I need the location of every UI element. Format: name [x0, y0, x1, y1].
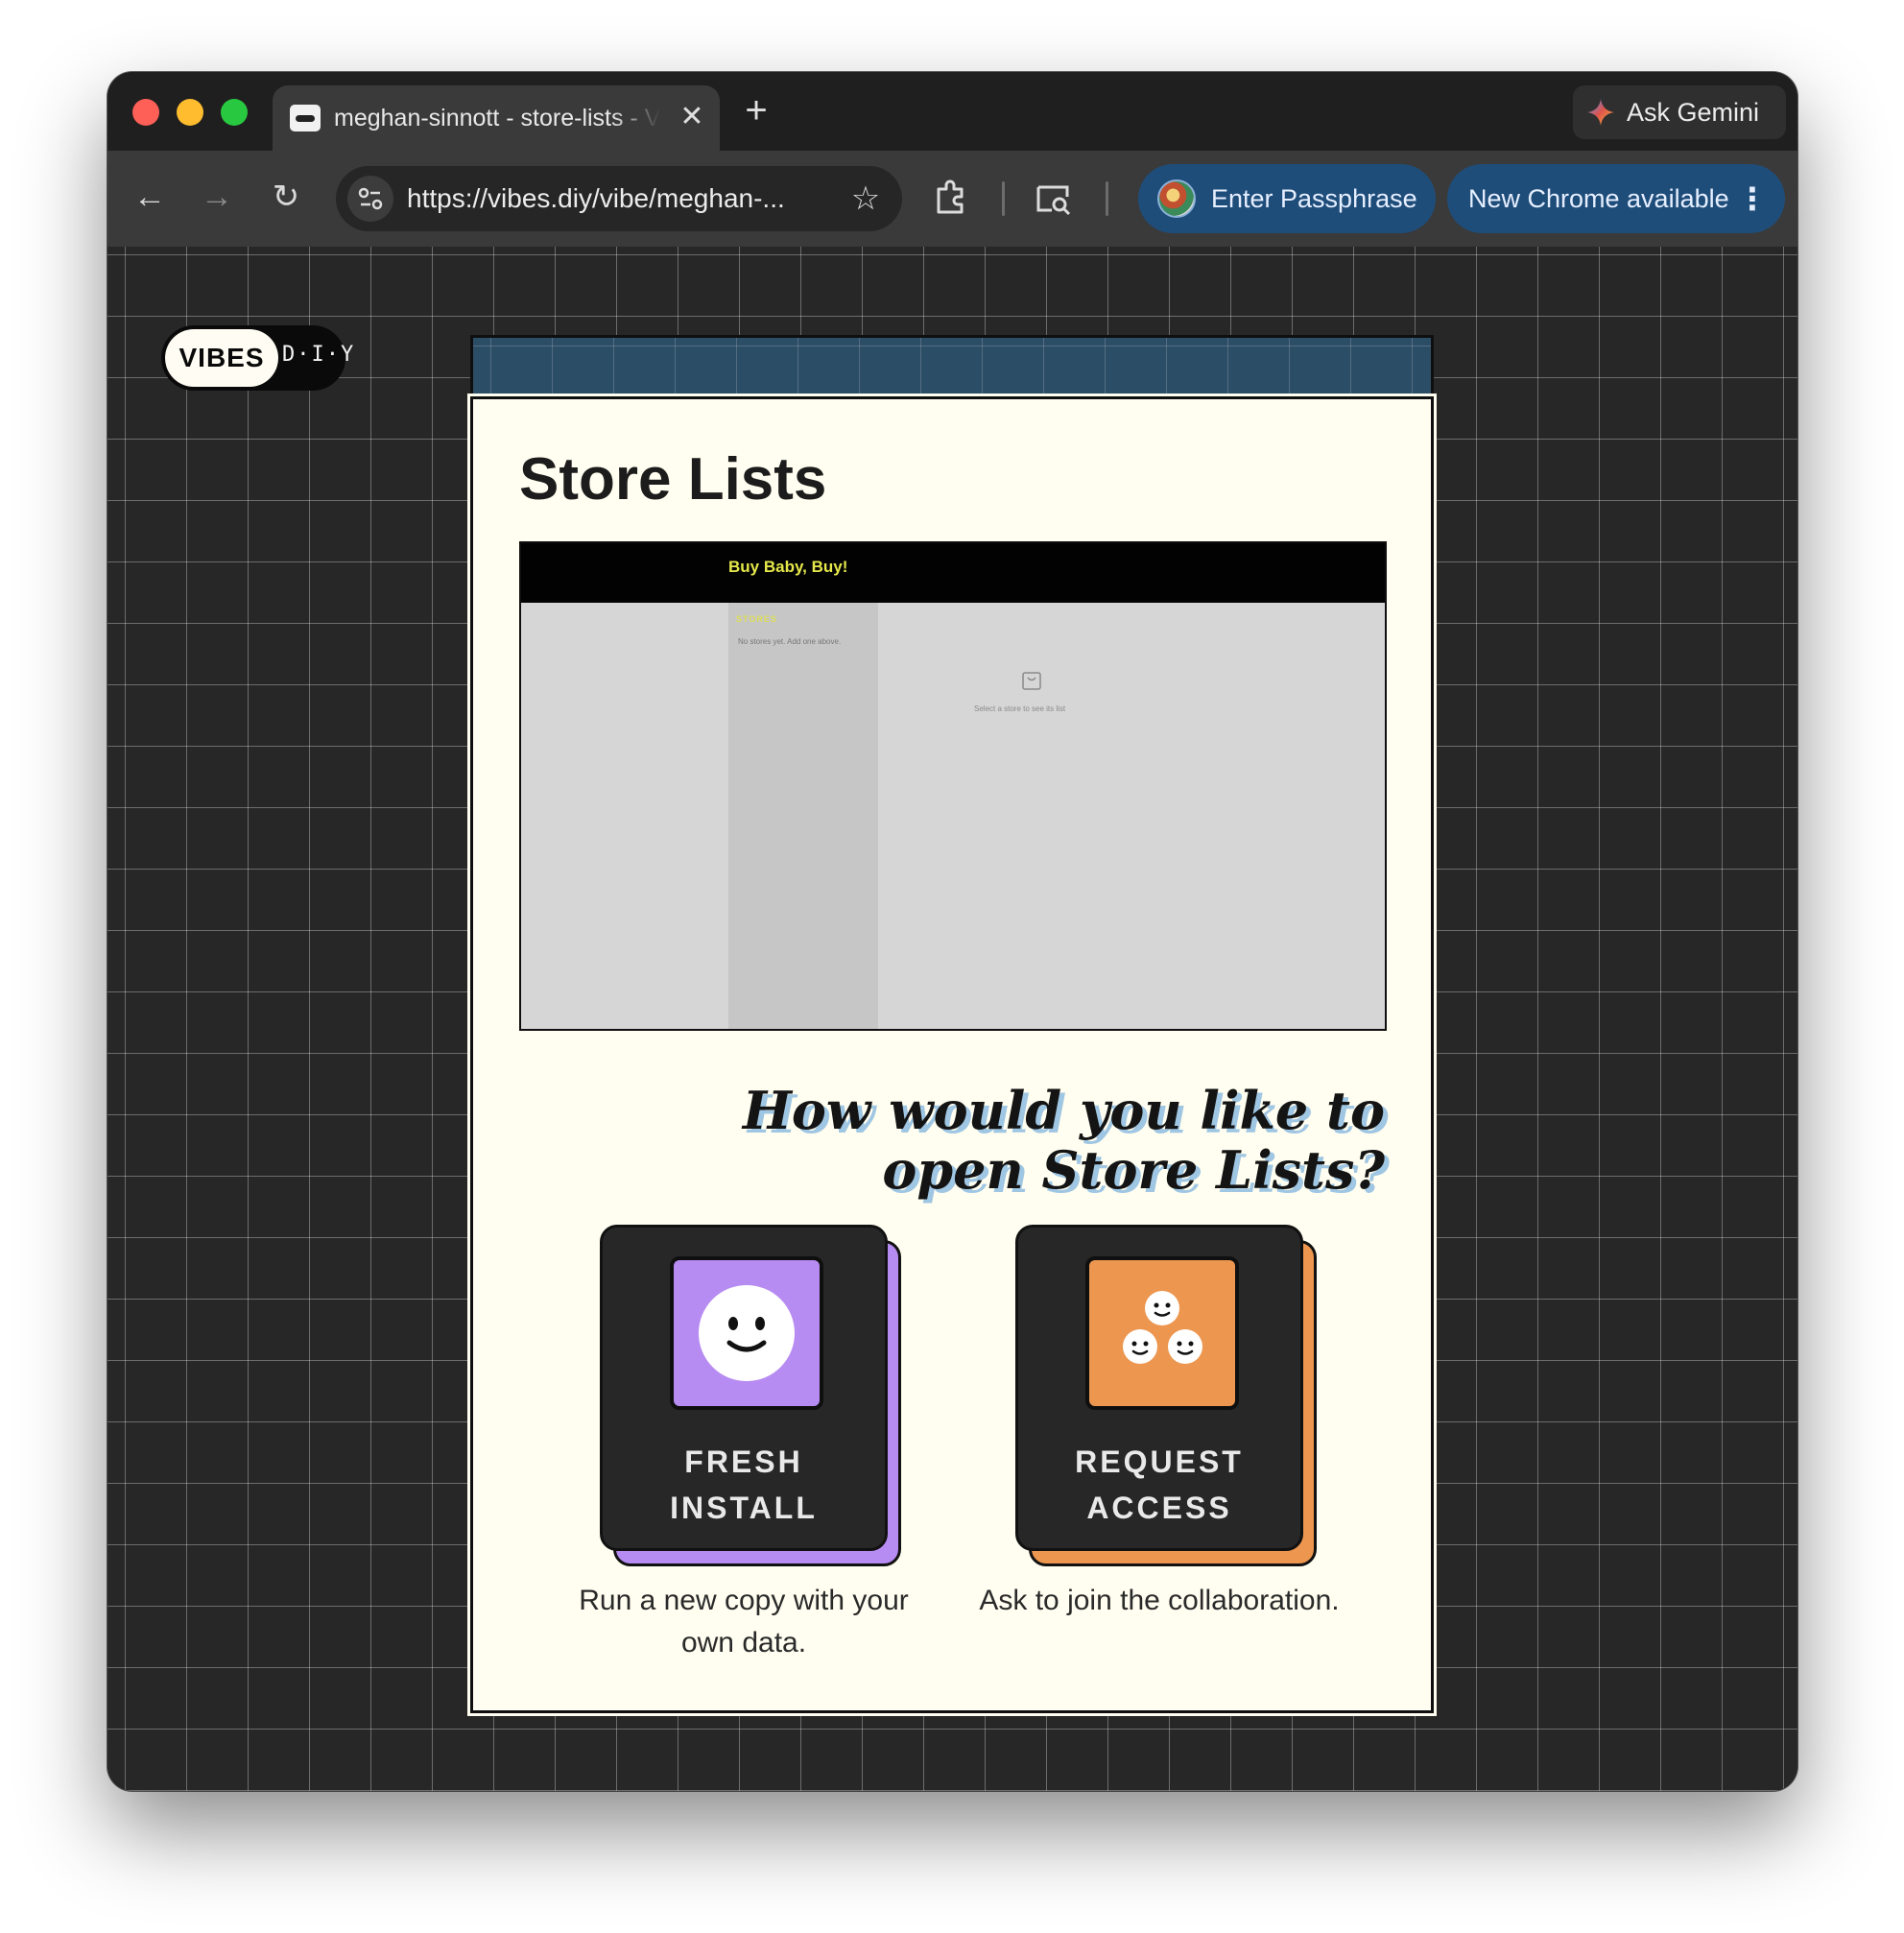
open-question-heading: How would you like to open Store Lists? — [742, 1080, 1385, 1201]
request-access-button[interactable]: REQUEST ACCESS — [1015, 1225, 1317, 1566]
minimize-window-button[interactable] — [177, 99, 203, 126]
fresh-install-label-line2: INSTALL — [670, 1491, 818, 1525]
fresh-install-face: FRESH INSTALL — [600, 1225, 888, 1551]
smiley-icon — [699, 1285, 795, 1381]
favicon-icon — [290, 105, 321, 131]
request-access-description: Ask to join the collaboration. — [979, 1585, 1340, 1616]
enter-passphrase-label: Enter Passphrase — [1211, 183, 1417, 213]
request-access-face: REQUEST ACCESS — [1015, 1225, 1303, 1551]
diy-logo-text: D·I·Y — [282, 343, 356, 367]
card-header-strip — [470, 335, 1434, 396]
preview-sidebar: STORES No stores yet. Add one above. — [728, 603, 878, 1029]
ask-gemini-button[interactable]: Ask Gemini — [1573, 85, 1786, 139]
preview-brand: Buy Baby, Buy! — [728, 558, 848, 576]
title-bar: meghan-sinnott - store-lists - Vibes DIY… — [107, 72, 1797, 151]
toolbar-divider — [1106, 181, 1108, 216]
preview-stores-heading: STORES — [736, 614, 777, 624]
ask-gemini-label: Ask Gemini — [1627, 97, 1760, 127]
vibes-diy-logo[interactable]: VIBES D·I·Y — [161, 325, 356, 391]
vibes-logo-text: VIBES — [165, 329, 278, 387]
forward-arrow-icon[interactable]: → — [194, 174, 240, 220]
fresh-install-button[interactable]: FRESH INSTALL — [600, 1225, 901, 1566]
extensions-icon[interactable] — [929, 176, 973, 220]
more-menu-icon[interactable]: ⋮ — [1737, 183, 1768, 214]
request-access-label-line2: ACCESS — [1086, 1491, 1232, 1525]
vibe-card: Store Lists Buy Baby, Buy! STORES No sto… — [470, 396, 1434, 1713]
request-access-tile — [1085, 1256, 1239, 1410]
close-icon[interactable]: ✕ — [676, 101, 708, 133]
reload-icon[interactable]: ↻ — [263, 174, 309, 220]
page-viewport: VIBES D·I·Y Store Lists Buy Baby, Buy! S… — [107, 247, 1797, 1791]
google-lens-icon[interactable] — [1031, 176, 1075, 220]
browser-toolbar: ← → ↻ https://vibes.diy/vibe/meghan-... … — [107, 151, 1797, 247]
site-settings-icon[interactable] — [347, 176, 393, 222]
close-window-button[interactable] — [132, 99, 159, 126]
back-arrow-icon[interactable]: ← — [127, 174, 173, 220]
browser-tab[interactable]: meghan-sinnott - store-lists - Vibes DIY… — [273, 85, 720, 151]
preview-empty-text: No stores yet. Add one above. — [738, 637, 842, 646]
bookmark-star-icon[interactable]: ☆ — [845, 178, 887, 220]
page-title: Store Lists — [519, 446, 827, 513]
fresh-install-tile — [670, 1256, 823, 1410]
browser-window: meghan-sinnott - store-lists - Vibes DIY… — [107, 72, 1797, 1791]
chrome-update-button[interactable]: New Chrome available ⋮ — [1447, 164, 1785, 233]
app-preview-screenshot: Buy Baby, Buy! STORES No stores yet. Add… — [519, 541, 1387, 1031]
request-access-label-line1: REQUEST — [1075, 1444, 1244, 1479]
chrome-update-label: New Chrome available — [1468, 183, 1729, 213]
address-bar[interactable]: https://vibes.diy/vibe/meghan-... ☆ — [336, 166, 902, 231]
request-access-label: REQUEST ACCESS — [1018, 1439, 1300, 1531]
shopping-bag-icon — [1022, 672, 1041, 690]
profile-avatar-icon — [1157, 179, 1196, 218]
fresh-install-description: Run a new copy with your own data. — [579, 1585, 909, 1659]
gemini-icon — [1587, 99, 1614, 126]
tab-title: meghan-sinnott - store-lists - Vibes DIY — [334, 105, 660, 131]
preview-hint-text: Select a store to see its list — [974, 704, 1066, 713]
maximize-window-button[interactable] — [221, 99, 248, 126]
group-smileys-icon — [1123, 1291, 1202, 1364]
preview-header: Buy Baby, Buy! — [521, 543, 1385, 603]
enter-passphrase-button[interactable]: Enter Passphrase — [1138, 164, 1436, 233]
url-text[interactable]: https://vibes.diy/vibe/meghan-... — [407, 183, 829, 214]
plus-icon[interactable]: + — [737, 91, 775, 130]
toolbar-divider — [1002, 181, 1005, 216]
fresh-install-label-line1: FRESH — [684, 1444, 803, 1479]
fresh-install-label: FRESH INSTALL — [603, 1439, 885, 1531]
